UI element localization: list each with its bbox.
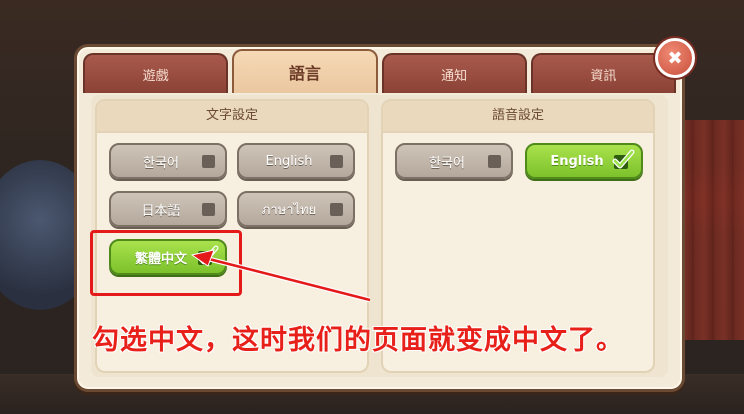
voice-lang-english-button[interactable]: English — [525, 143, 643, 179]
voice-settings-title: 語音設定 — [383, 101, 653, 133]
unchecked-box-icon — [330, 155, 343, 168]
close-button[interactable]: ✖ — [655, 38, 695, 78]
close-icon: ✖ — [667, 47, 683, 69]
voice-lang-korean-button[interactable]: 한국어 — [395, 143, 513, 179]
annotation-caption: 勾选中文，这时我们的页面就变成中文了。 — [92, 325, 624, 356]
annotation-highlight-box — [90, 230, 242, 296]
unchecked-box-icon — [488, 155, 501, 168]
settings-tabs: 遊戲 語言 通知 資訊 — [83, 49, 676, 95]
text-lang-thai-button[interactable]: ภาษาไทย — [237, 191, 355, 227]
checkmark-icon — [612, 149, 635, 169]
unchecked-box-icon — [202, 203, 215, 216]
tab-language[interactable]: 語言 — [232, 49, 378, 93]
tab-game[interactable]: 遊戲 — [83, 53, 229, 93]
text-lang-japanese-button[interactable]: 日本語 — [109, 191, 227, 227]
unchecked-box-icon — [202, 155, 215, 168]
unchecked-box-icon — [330, 203, 343, 216]
tab-notifications[interactable]: 通知 — [381, 53, 527, 93]
text-lang-english-button[interactable]: English — [237, 143, 355, 179]
text-settings-title: 文字設定 — [97, 101, 367, 133]
text-lang-korean-button[interactable]: 한국어 — [109, 143, 227, 179]
